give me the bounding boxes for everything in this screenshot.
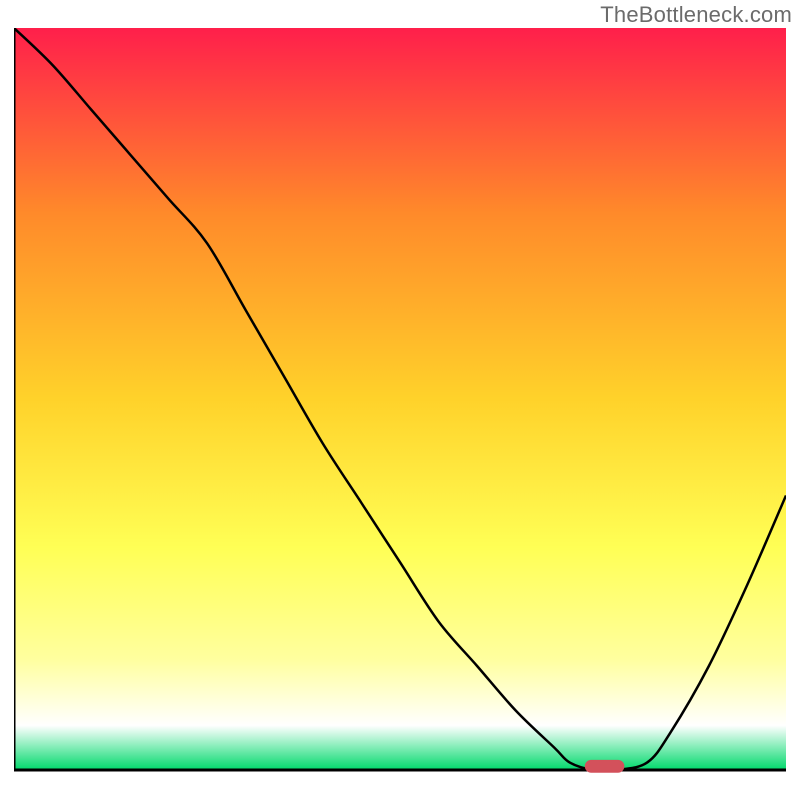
chart-svg xyxy=(14,28,786,786)
gradient-background xyxy=(14,28,786,770)
chart-container: TheBottleneck.com xyxy=(0,0,800,800)
watermark-text: TheBottleneck.com xyxy=(600,2,792,28)
optimal-marker xyxy=(585,760,624,772)
plot-area xyxy=(14,28,786,786)
